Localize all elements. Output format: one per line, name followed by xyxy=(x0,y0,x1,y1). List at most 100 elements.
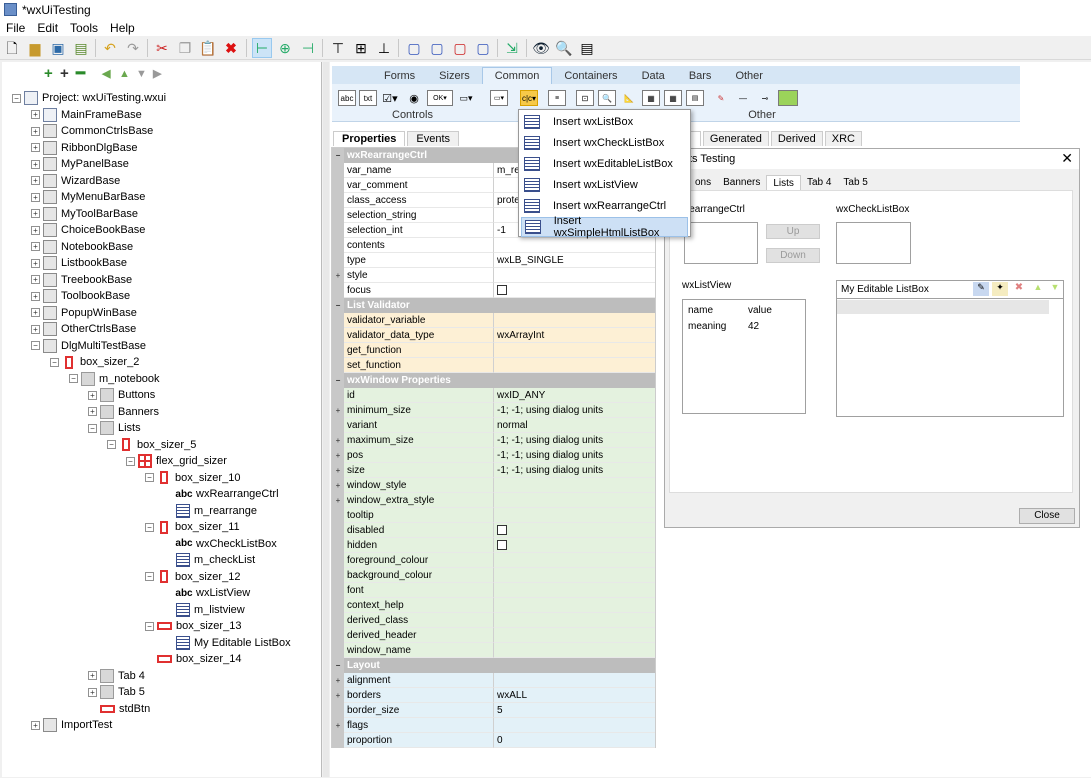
datepicker-icon[interactable]: ▤ xyxy=(686,90,704,106)
expand-icon[interactable]: + xyxy=(31,176,40,185)
collapse-icon[interactable]: − xyxy=(12,93,21,103)
property-row[interactable]: + maximum_size -1; -1; using dialog units xyxy=(332,433,655,448)
property-category[interactable]: − List Validator xyxy=(332,298,655,313)
tree-item[interactable]: + MyToolBarBase xyxy=(31,206,138,222)
property-row[interactable]: get_function xyxy=(332,343,655,358)
tree-item[interactable]: − box_sizer_11 xyxy=(145,519,240,535)
property-row[interactable]: contents xyxy=(332,238,655,253)
palette-tab[interactable]: Common xyxy=(481,67,553,84)
align-middle-icon[interactable]: ⊞ xyxy=(351,38,371,58)
splitter[interactable] xyxy=(323,62,329,777)
delete-icon[interactable]: ✖ xyxy=(221,38,241,58)
slider-icon[interactable]: ⊸ xyxy=(756,90,774,106)
static-text-icon[interactable]: abc xyxy=(338,90,356,106)
property-value[interactable] xyxy=(494,598,655,613)
html-window-icon[interactable]: ⊡ xyxy=(576,90,594,106)
menu-item[interactable]: Insert wxCheckListBox xyxy=(521,133,688,153)
rearrange-list[interactable] xyxy=(684,222,758,264)
collapse-icon[interactable]: − xyxy=(145,621,154,631)
collapse-icon[interactable]: − xyxy=(69,374,78,383)
radio-icon[interactable]: ◉ xyxy=(405,90,423,106)
menu-help[interactable]: Help xyxy=(104,21,141,35)
property-value[interactable] xyxy=(494,643,655,658)
dlg-tab-4[interactable]: Tab 4 xyxy=(801,175,837,190)
menu-edit[interactable]: Edit xyxy=(31,21,64,35)
collapse-icon[interactable]: − xyxy=(50,357,59,367)
tree-item[interactable]: − box_sizer_13 xyxy=(145,618,241,634)
tree-item[interactable]: stdBtn xyxy=(88,701,150,717)
expand-icon[interactable]: + xyxy=(31,275,40,284)
expand-icon[interactable]: + xyxy=(31,225,40,235)
tree-item[interactable]: − box_sizer_5 xyxy=(107,437,196,453)
palette-tab[interactable]: Sizers xyxy=(427,68,482,84)
property-value[interactable]: -1; -1; using dialog units xyxy=(494,403,655,418)
expand-icon[interactable]: + xyxy=(88,407,97,416)
collapse-icon[interactable]: − xyxy=(332,298,344,313)
collapse-icon[interactable]: − xyxy=(31,341,40,350)
tree-item[interactable]: + MyMenuBarBase xyxy=(31,189,145,205)
tab-generated[interactable]: Generated xyxy=(702,131,769,146)
text-ctrl-icon[interactable]: txt xyxy=(359,90,377,106)
palette-tab[interactable]: Forms xyxy=(372,68,427,84)
static-line-icon[interactable]: — xyxy=(734,90,752,106)
property-value[interactable] xyxy=(494,313,655,328)
tree-item[interactable]: + Tab 5 xyxy=(88,684,145,700)
tree-item[interactable]: + CommonCtrlsBase xyxy=(31,123,153,139)
checkbox-icon[interactable]: ☑▾ xyxy=(381,90,399,106)
property-row[interactable]: + size -1; -1; using dialog units xyxy=(332,463,655,478)
tree-item[interactable]: + OtherCtrlsBase xyxy=(31,321,136,337)
menu-item[interactable]: Insert wxRearrangeCtrl xyxy=(521,196,688,216)
align-right-icon[interactable]: ⊣ xyxy=(298,38,318,58)
up-button[interactable]: Up xyxy=(766,224,820,239)
align-left-icon[interactable]: ⊢ xyxy=(252,38,272,58)
move-item-down-icon[interactable]: ▼ xyxy=(1047,282,1063,296)
tree-item[interactable]: + MainFrameBase xyxy=(31,107,142,123)
remove-icon[interactable]: ━ xyxy=(76,64,85,84)
expand-icon[interactable]: + xyxy=(31,720,40,730)
property-value[interactable] xyxy=(494,553,655,568)
property-row[interactable]: id wxID_ANY xyxy=(332,388,655,403)
down-button[interactable]: Down xyxy=(766,248,820,263)
preview-eye-icon[interactable]: 👁 xyxy=(531,38,551,58)
property-row[interactable]: + style xyxy=(332,268,655,283)
tree-item[interactable]: + PopupWinBase xyxy=(31,305,137,321)
tab-xrc[interactable]: XRC xyxy=(824,131,862,146)
expand-icon[interactable]: + xyxy=(332,448,344,463)
tree-item[interactable]: + Banners xyxy=(88,404,159,420)
tree-item[interactable]: abc wxRearrangeCtrl xyxy=(164,486,278,502)
save-icon[interactable]: ▣ xyxy=(48,38,68,58)
border-left-icon[interactable]: ▢ xyxy=(404,38,424,58)
tree-item[interactable]: + Buttons xyxy=(88,387,155,403)
property-value[interactable]: -1; -1; using dialog units xyxy=(494,448,655,463)
property-value[interactable] xyxy=(494,283,655,298)
property-row[interactable]: + window_extra_style xyxy=(332,493,655,508)
editable-listbox[interactable]: My Editable ListBox ✎ ✦ ✖ ▲ ▼ xyxy=(836,280,1064,417)
collapse-icon[interactable]: − xyxy=(145,522,154,532)
tree-item[interactable]: + NotebookBase xyxy=(31,239,133,255)
property-row[interactable]: window_name xyxy=(332,643,655,658)
menu-item[interactable]: Insert wxListBox xyxy=(521,112,688,132)
palette-tab[interactable]: Containers xyxy=(552,68,629,84)
expand-icon[interactable]: + xyxy=(332,433,344,448)
tree-item[interactable]: + ListbookBase xyxy=(31,255,127,271)
menu-item[interactable]: Insert wxEditableListBox xyxy=(521,154,688,174)
expand-icon[interactable]: + xyxy=(332,403,344,418)
property-row[interactable]: border_size 5 xyxy=(332,703,655,718)
spin-icon[interactable]: ▭▾ xyxy=(457,90,475,106)
tab-derived[interactable]: Derived xyxy=(770,131,823,146)
property-row[interactable]: validator_variable xyxy=(332,313,655,328)
zoom-icon[interactable]: 🔍 xyxy=(554,38,574,58)
checkbox[interactable] xyxy=(497,540,507,550)
tree-item[interactable]: + MyPanelBase xyxy=(31,156,129,172)
tree-item[interactable]: − box_sizer_2 xyxy=(50,354,139,370)
bitmap-icon[interactable]: ▦ xyxy=(642,90,660,106)
move-item-up-icon[interactable]: ▲ xyxy=(1030,282,1046,296)
close-button[interactable]: Close xyxy=(1019,508,1075,524)
expand-icon[interactable]: + xyxy=(31,209,40,218)
property-row[interactable]: + flags xyxy=(332,718,655,733)
tree-item[interactable]: − flex_grid_sizer xyxy=(126,453,227,469)
color-picker-icon[interactable]: ✎ xyxy=(712,90,730,106)
move-left-icon[interactable]: ◀ xyxy=(102,64,110,84)
collapse-icon[interactable]: − xyxy=(145,473,154,482)
delete-item-icon[interactable]: ✖ xyxy=(1011,282,1027,296)
